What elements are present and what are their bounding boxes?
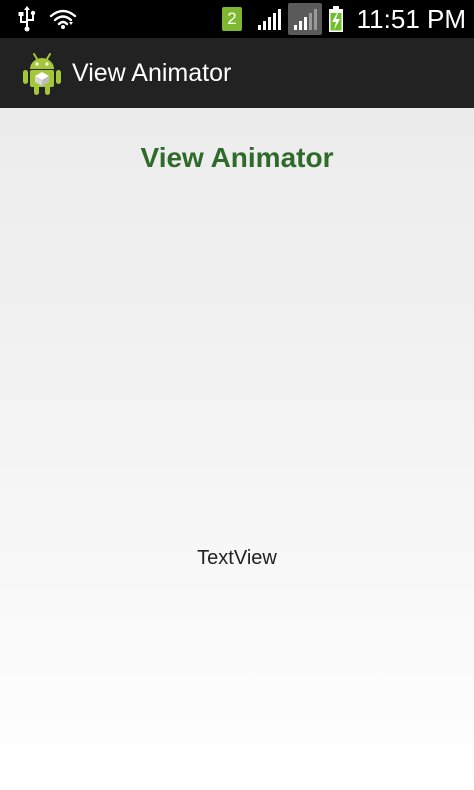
app-title: View Animator bbox=[72, 59, 232, 87]
status-time: 11:51 PM bbox=[356, 4, 466, 34]
battery-charging-icon bbox=[326, 0, 346, 38]
status-bar: 2 11:51 PM bbox=[0, 0, 474, 38]
wifi-icon bbox=[48, 0, 78, 38]
signal-icon-2 bbox=[288, 0, 322, 38]
usb-icon bbox=[14, 0, 40, 38]
content-area: View Animator TextView bbox=[0, 108, 474, 790]
page-heading: View Animator bbox=[140, 142, 334, 173]
notification-icon: 2 bbox=[222, 7, 242, 31]
device-screen: 2 11:51 PM View Animator View Animator T… bbox=[0, 0, 474, 790]
text-view: TextView bbox=[197, 547, 277, 569]
android-robot-icon[interactable] bbox=[22, 52, 62, 96]
signal-icon bbox=[256, 0, 284, 38]
action-bar: View Animator bbox=[0, 38, 474, 108]
